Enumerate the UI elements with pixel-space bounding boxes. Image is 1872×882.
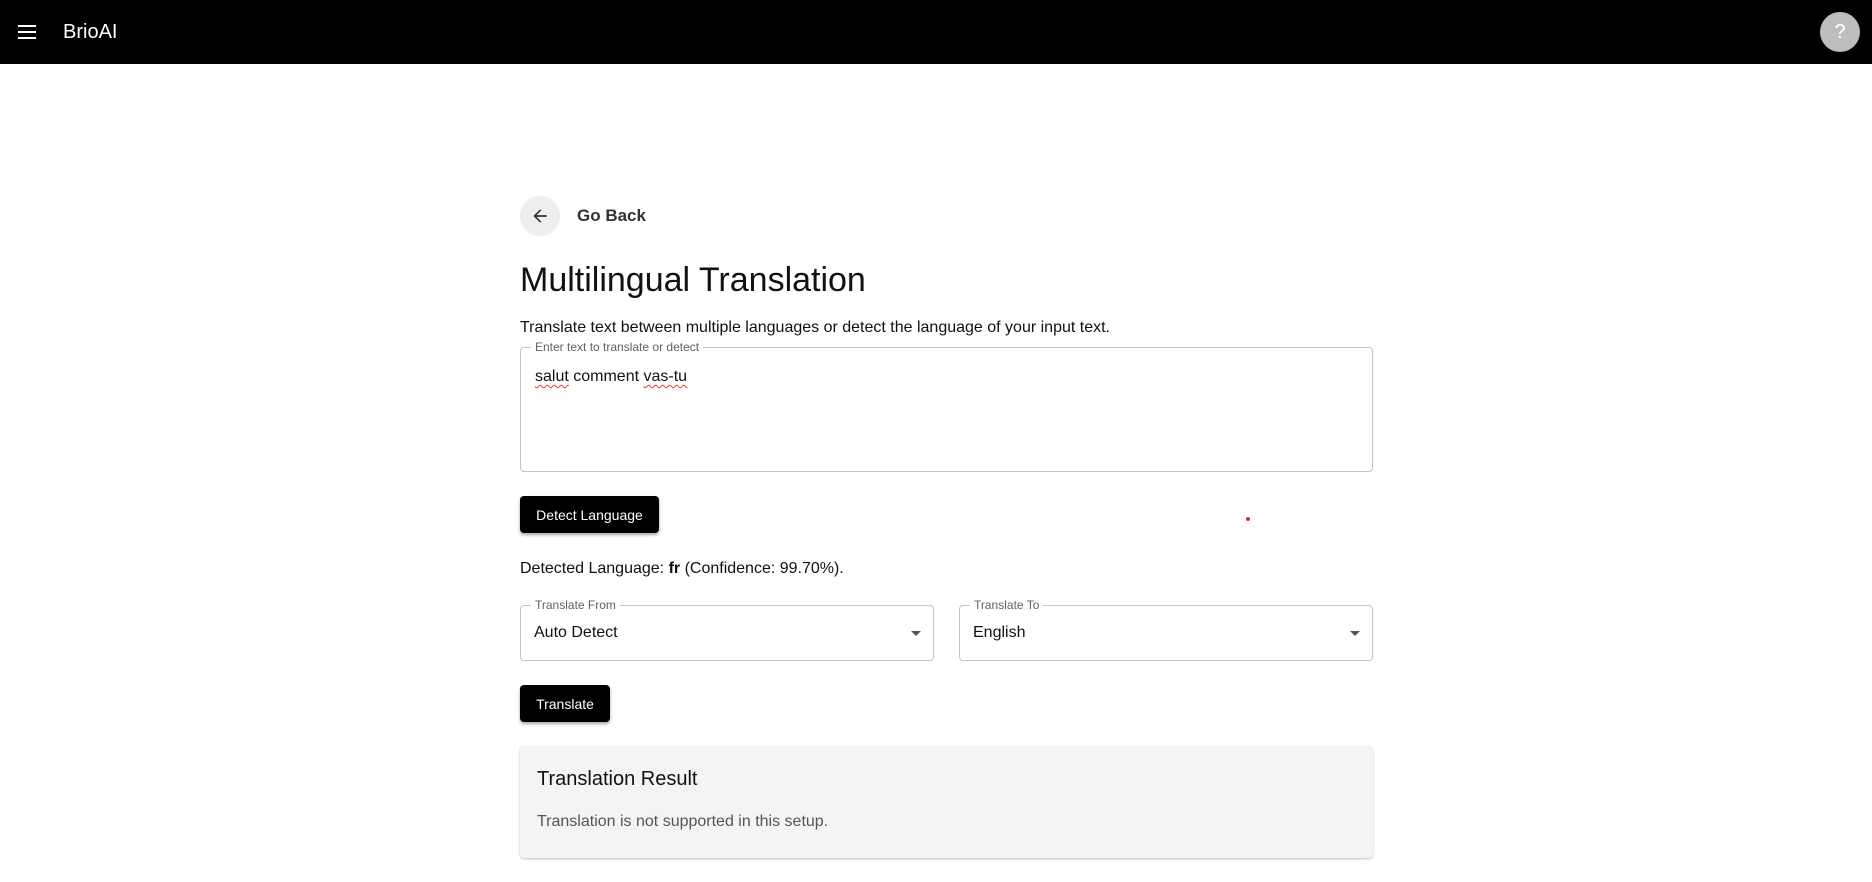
page-description: Translate text between multiple language… [520,319,1110,336]
go-back-link[interactable]: Go Back [577,206,646,226]
translation-result-card: Translation Result Translation is not su… [520,746,1373,858]
help-button[interactable]: ? [1820,12,1860,52]
translate-from-label: Translate From [531,598,620,612]
arrow-left-icon [533,209,547,223]
text-input-value[interactable]: salut comment vas-tu [535,368,687,386]
menu-icon[interactable] [14,19,40,45]
translate-to-select[interactable]: Translate To English [959,598,1373,661]
menu-line [18,31,36,33]
translate-to-value: English [973,624,1026,641]
detected-language-text: Detected Language: fr (Confidence: 99.70… [520,559,844,579]
back-button[interactable] [520,196,560,236]
result-text: Translation is not supported in this set… [537,813,829,830]
menu-line [18,37,36,39]
text-input-label: Enter text to translate or detect [531,340,704,354]
translate-from-select[interactable]: Translate From Auto Detect [520,598,934,661]
app-bar: BrioAI ? [0,0,1872,64]
detected-language-code: fr [668,560,681,577]
translate-from-value: Auto Detect [534,624,618,641]
input-word: comment [568,368,644,385]
dropdown-arrow-icon [911,631,921,636]
cursor-dot [1246,517,1250,521]
menu-line [18,25,36,27]
detected-prefix: Detected Language: [520,560,669,577]
text-input-field[interactable]: Enter text to translate or detect salut … [520,340,1373,472]
misspelled-word: salut [535,368,569,385]
misspelled-word: vas-tu [643,368,688,385]
detect-language-button[interactable]: Detect Language [520,496,659,533]
back-row: Go Back [520,196,646,236]
brand-title: BrioAI [63,21,118,43]
translate-to-label: Translate To [970,598,1044,612]
translate-button[interactable]: Translate [520,685,610,722]
page-title: Multilingual Translation [520,261,866,299]
result-title: Translation Result [537,768,698,790]
detected-confidence: (Confidence: 99.70%). [680,560,844,577]
dropdown-arrow-icon [1350,631,1360,636]
